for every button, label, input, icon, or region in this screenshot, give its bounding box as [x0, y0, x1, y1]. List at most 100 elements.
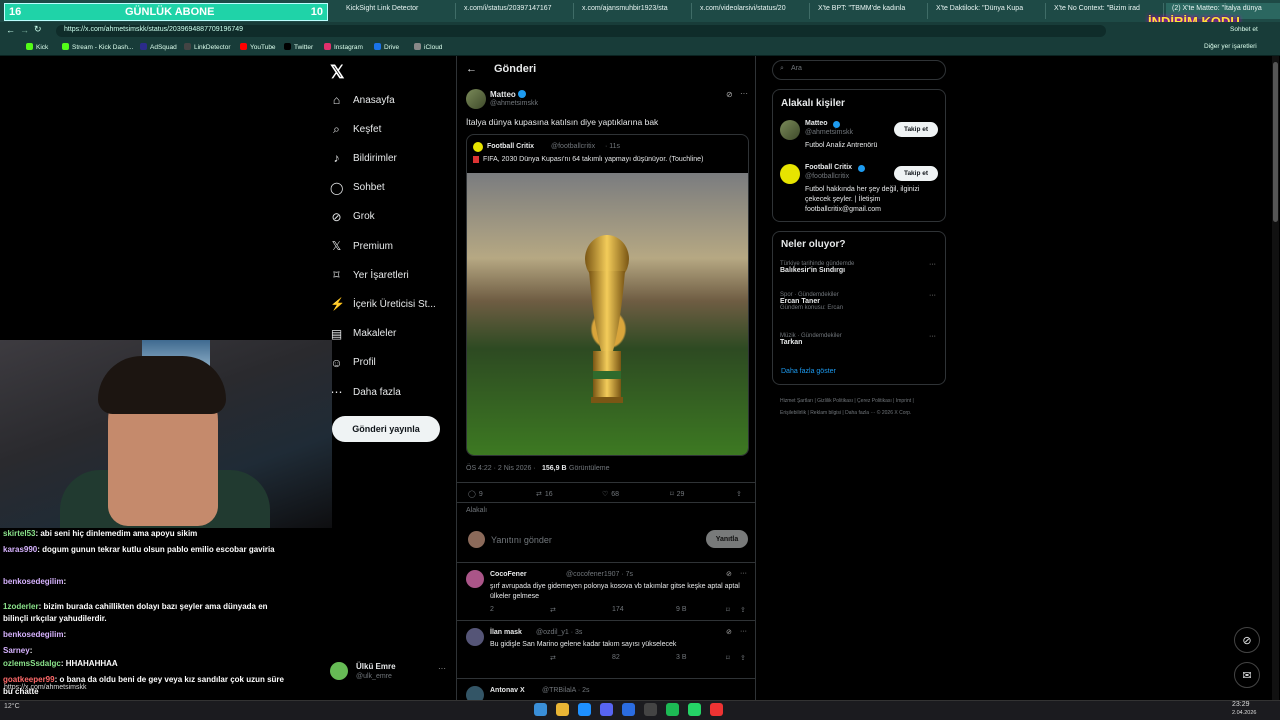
nav-item-yer-i-şaretleri[interactable]: ⌑ Yer İşaretleri — [330, 263, 408, 287]
steam-icon[interactable] — [622, 703, 635, 716]
recorder-icon[interactable] — [710, 703, 723, 716]
bookmark-item[interactable]: Stream - Kick Dash... — [62, 43, 133, 51]
reply-handle[interactable]: @cocofener1907 · 7s — [566, 571, 633, 578]
browser-tab[interactable]: x.com/ajansmuhbir1923/sta — [576, 3, 692, 19]
nav-item-keşfet[interactable]: ⌕ Keşfet — [330, 117, 381, 141]
x-logo-icon[interactable]: 𝕏 — [330, 62, 345, 83]
browser-tab[interactable]: X'te BPT: "TBMM'de kadınla — [812, 3, 928, 19]
browser-tab[interactable]: x.com/videolarsivi/status/20 — [694, 3, 810, 19]
reply-input[interactable]: Yanıtını gönder — [491, 535, 552, 545]
repost-action[interactable]: ⇄ 16 — [536, 490, 553, 499]
messages-fab-icon[interactable]: ✉ — [1234, 662, 1260, 688]
bookmark-item[interactable]: Instagram — [324, 43, 363, 51]
more-options-icon[interactable]: ··· — [740, 89, 748, 98]
grok-fab-icon[interactable]: ⊘ — [1234, 627, 1260, 653]
reload-icon[interactable]: ↻ — [34, 24, 42, 35]
discord-icon[interactable] — [600, 703, 613, 716]
footer-links[interactable]: Hizmet Şartları | Gizlilik Politikası | … — [780, 395, 940, 419]
nav-item-profil[interactable]: ☺ Profil — [330, 351, 375, 375]
reply-handle[interactable]: @TRBilalA · 2s — [542, 687, 590, 694]
reply-handle[interactable]: @ozdil_y1 · 3s — [536, 629, 582, 636]
share-icon[interactable]: ⇪ — [740, 654, 746, 662]
nav-item-premium[interactable]: 𝕏 Premium — [330, 234, 393, 258]
whatsapp-icon[interactable] — [688, 703, 701, 716]
person-handle[interactable]: @ahmetsimskk — [805, 129, 853, 136]
grok-icon[interactable]: ⊘ — [726, 90, 733, 99]
person-name[interactable]: Football Critix — [805, 164, 852, 171]
more-options-icon[interactable]: ··· — [740, 628, 747, 635]
bookmark-item[interactable]: Kick — [26, 43, 48, 51]
file-explorer-icon[interactable] — [556, 703, 569, 716]
author-avatar[interactable] — [466, 89, 486, 109]
person-avatar[interactable] — [780, 164, 800, 184]
start-icon[interactable] — [534, 703, 547, 716]
bookmark-icon[interactable]: ⌑ — [726, 606, 730, 614]
edge-icon[interactable] — [578, 703, 591, 716]
grok-icon[interactable]: ⊘ — [726, 570, 732, 578]
bookmark-icon[interactable]: ⌑ — [726, 654, 730, 662]
search-input[interactable]: Ara — [772, 60, 946, 80]
author-name[interactable]: Matteo — [490, 90, 516, 99]
bookmark-action[interactable]: ⌑ 29 — [670, 490, 684, 499]
person-handle[interactable]: @footballcritix — [805, 173, 849, 180]
nav-item-anasayfa[interactable]: ⌂ Anasayfa — [330, 88, 395, 112]
person-name[interactable]: Matteo — [805, 120, 828, 127]
forward-icon[interactable]: → — [20, 25, 29, 35]
other-bookmarks[interactable]: Diğer yer işaretleri — [1204, 43, 1257, 50]
reply-like-count[interactable]: 174 — [612, 606, 624, 613]
back-icon[interactable]: ← — [6, 25, 15, 35]
app-icon[interactable] — [644, 703, 657, 716]
repost-icon[interactable]: ⇄ — [550, 654, 556, 662]
nav-item-i-çerik-üreticisi-st-[interactable]: ⚡ İçerik Üreticisi St... — [330, 292, 436, 316]
nav-item-makaleler[interactable]: ▤ Makaleler — [330, 322, 397, 346]
author-handle[interactable]: @ahmetsimskk — [490, 100, 538, 107]
trend-more-icon[interactable]: ··· — [929, 261, 936, 268]
share-icon[interactable]: ⇪ — [736, 490, 742, 498]
sohbet-button[interactable]: Sohbet et — [1230, 26, 1258, 33]
reply-like-count[interactable]: 82 — [612, 654, 620, 661]
more-options-icon[interactable]: ··· — [740, 570, 747, 577]
related-dropdown[interactable]: Alakalı — [466, 507, 487, 514]
nav-item-daha-fazla[interactable]: ⋯ Daha fazla — [330, 380, 401, 404]
follow-button[interactable]: Takip et — [894, 122, 938, 137]
reply-author[interactable]: İlan mask — [490, 629, 522, 636]
trend-more-icon[interactable]: ··· — [929, 292, 936, 299]
reply-reply-count[interactable]: 2 — [490, 606, 494, 613]
reply-author[interactable]: CocoFener — [490, 571, 527, 578]
bookmark-item[interactable]: iCloud — [414, 43, 442, 51]
grok-icon[interactable]: ⊘ — [726, 628, 732, 636]
person-avatar[interactable] — [780, 120, 800, 140]
bookmark-item[interactable]: Drive — [374, 43, 399, 51]
browser-tab[interactable]: x.com/i/status/20397147167 — [458, 3, 574, 19]
browser-tab[interactable]: X'te Daktilock: "Dünya Kupa — [930, 3, 1046, 19]
quoted-post[interactable]: Football Critix @footballcritix · 11s FI… — [466, 134, 749, 456]
nav-item-grok[interactable]: ⊘ Grok — [330, 205, 374, 229]
reply-action[interactable]: ◯ 9 — [468, 490, 483, 499]
reply-view-count[interactable]: 9 B — [676, 606, 687, 613]
trend-item[interactable]: Spor · Gündemdekiler Ercan Taner Gündem ko… — [780, 292, 940, 311]
show-more-link[interactable]: Daha fazla göster — [781, 368, 836, 375]
browser-tab[interactable]: X'te No Context: "Bizim irad — [1048, 3, 1164, 19]
back-arrow-icon[interactable]: ← — [466, 63, 477, 75]
follow-button[interactable]: Takip et — [894, 166, 938, 181]
nav-item-bildirimler[interactable]: ♪ Bildirimler — [330, 146, 397, 170]
repost-icon[interactable]: ⇄ — [550, 606, 556, 614]
bookmark-item[interactable]: LinkDetector — [184, 43, 231, 51]
url-field[interactable]: https://x.com/ahmetsimskk/status/2039694… — [56, 25, 1106, 37]
reply-author[interactable]: Antonav X — [490, 687, 525, 694]
bookmark-item[interactable]: Twitter — [284, 43, 313, 51]
account-switcher[interactable]: Ülkü Emre @ulk_emre ··· — [330, 660, 450, 686]
reply-button[interactable]: Yanıtla — [706, 530, 748, 548]
bookmark-item[interactable]: YouTube — [240, 43, 276, 51]
nav-item-sohbet[interactable]: ◯ Sohbet — [330, 176, 385, 200]
browser-tab[interactable]: KickSight Link Detector — [340, 3, 456, 19]
world-cup-trophy-image[interactable] — [467, 173, 748, 455]
trend-item[interactable]: Türkiye tarihinde gündemde Balıkesir'in S… — [780, 261, 940, 274]
post-button[interactable]: Gönderi yayınla — [332, 416, 440, 442]
trend-item[interactable]: Müzik · Gündemdekiler Tarkan — [780, 333, 940, 346]
reply-view-count[interactable]: 3 B — [676, 654, 687, 661]
trend-more-icon[interactable]: ··· — [929, 333, 936, 340]
reply-avatar[interactable] — [466, 628, 484, 646]
share-icon[interactable]: ⇪ — [740, 606, 746, 614]
spotify-icon[interactable] — [666, 703, 679, 716]
